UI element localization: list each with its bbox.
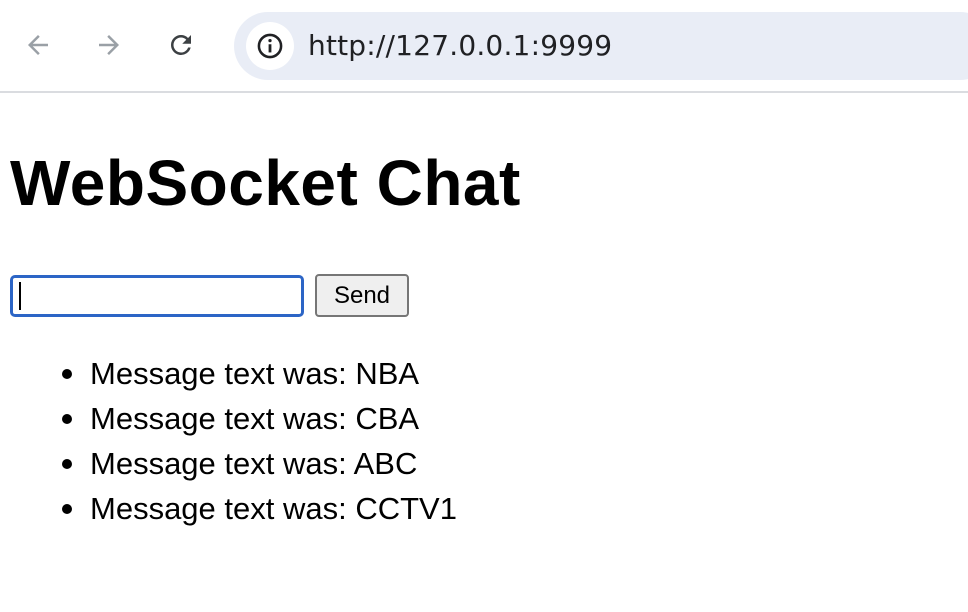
- message-text: Message text was: NBA: [90, 356, 420, 391]
- browser-toolbar: http://127.0.0.1:9999: [0, 0, 968, 93]
- info-circle-icon: [257, 33, 283, 59]
- message-list: Message text was: NBA Message text was: …: [0, 351, 457, 531]
- arrow-left-icon: [28, 35, 48, 55]
- text-caret: [19, 282, 21, 310]
- bullet-icon: [62, 504, 72, 514]
- message-text: Message text was: CCTV1: [90, 491, 457, 526]
- list-item: Message text was: ABC: [62, 441, 457, 486]
- arrow-right-icon: [99, 35, 119, 55]
- address-bar[interactable]: http://127.0.0.1:9999: [234, 12, 968, 80]
- list-item: Message text was: CCTV1: [62, 486, 457, 531]
- page-title: WebSocket Chat: [10, 147, 521, 219]
- back-button[interactable]: [15, 22, 61, 68]
- list-item: Message text was: CBA: [62, 396, 457, 441]
- bullet-icon: [62, 459, 72, 469]
- reload-button[interactable]: [158, 22, 204, 68]
- message-input[interactable]: [10, 275, 304, 317]
- bullet-icon: [62, 369, 72, 379]
- page-content: WebSocket Chat Send Message text was: NB…: [0, 95, 968, 612]
- forward-button[interactable]: [86, 22, 132, 68]
- url-text[interactable]: http://127.0.0.1:9999: [308, 30, 612, 62]
- site-info-button[interactable]: [246, 22, 294, 70]
- list-item: Message text was: NBA: [62, 351, 457, 396]
- message-text: Message text was: CBA: [90, 401, 420, 436]
- reload-icon: [171, 34, 191, 55]
- send-button[interactable]: Send: [315, 274, 409, 317]
- bullet-icon: [62, 414, 72, 424]
- message-text: Message text was: ABC: [90, 446, 418, 481]
